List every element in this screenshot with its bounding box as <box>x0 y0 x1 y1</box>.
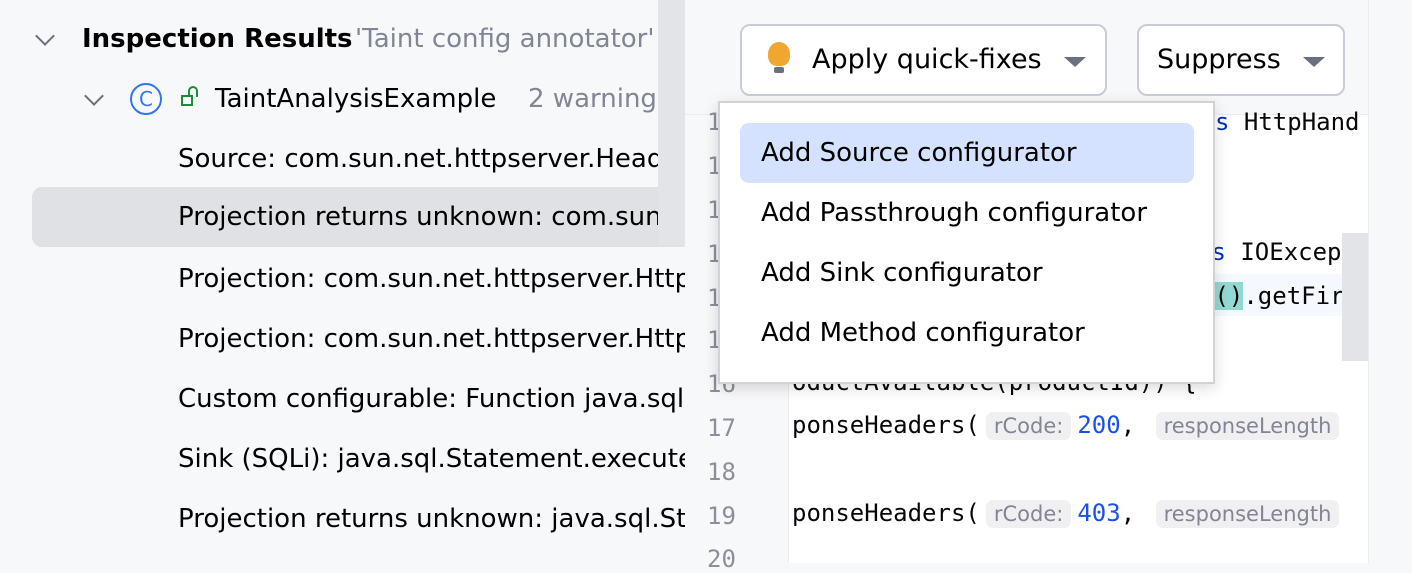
number-literal: 200 <box>1077 411 1121 439</box>
chevron-down-icon[interactable] <box>84 86 104 106</box>
parameter-hint: rCode: <box>985 500 1072 528</box>
code-text: ponseHeaders( <box>792 411 980 439</box>
menu-item-add-method-configurator[interactable]: Add Method configurator <box>740 303 1194 363</box>
lock-shackle <box>188 86 198 97</box>
tree-item[interactable]: Source: com.sun.net.httpserver.Headers <box>0 129 685 189</box>
scroll-marker <box>1342 233 1368 361</box>
menu-item-add-sink-configurator[interactable]: Add Sink configurator <box>740 243 1194 303</box>
code-line: ponseHeaders(rCode: 403, responseLength <box>792 499 1345 528</box>
item-label: Sink (SQLi): java.sql.Statement.execute <box>178 444 685 474</box>
inspection-tree: Inspection Results 'Taint config annotat… <box>0 0 685 563</box>
vertical-scrollbar[interactable] <box>1368 0 1412 563</box>
item-label: Projection returns unknown: java.sql.St <box>178 504 685 534</box>
tree-file-node[interactable]: C TaintAnalysisExample 2 warnings 8 <box>0 69 685 129</box>
item-label: Projection: com.sun.net.httpserver.HttpE <box>178 324 685 354</box>
code-text: , <box>1120 411 1136 439</box>
brace-match: () <box>1214 282 1244 310</box>
code-text: IOExcep <box>1225 238 1342 266</box>
item-label: Source: com.sun.net.httpserver.Headers <box>178 144 685 174</box>
file-name: TaintAnalysisExample <box>215 84 497 114</box>
lightbulb-icon <box>768 42 790 66</box>
item-label: Custom configurable: Function java.sql. <box>178 384 685 414</box>
suppress-button[interactable]: Suppress <box>1137 24 1345 96</box>
parameter-hint: responseLength <box>1155 412 1340 440</box>
tree-item[interactable]: Projection returns unknown: java.sql.St <box>0 489 685 549</box>
splitter[interactable] <box>658 0 685 245</box>
class-icon: C <box>130 83 162 115</box>
line-number: 18 <box>707 458 736 486</box>
quick-fix-menu: Add Source configurator Add Passthrough … <box>718 101 1215 384</box>
root-subtitle: 'Taint config annotator' <box>355 24 655 54</box>
number-literal: 403 <box>1077 499 1121 527</box>
code-line: ponseHeaders(rCode: 200, responseLength <box>792 411 1345 440</box>
apply-quick-fixes-button[interactable]: Apply quick-fixes <box>740 24 1107 96</box>
menu-item-add-passthrough-configurator[interactable]: Add Passthrough configurator <box>740 183 1194 243</box>
tree-item-selected[interactable]: Projection returns unknown: com.sun. <box>32 187 685 247</box>
tree-item[interactable]: Custom configurable: Function java.sql. <box>0 369 685 429</box>
suppress-label: Suppress <box>1157 44 1281 75</box>
apply-label: Apply quick-fixes <box>812 44 1042 75</box>
preview-toolbar: Apply quick-fixes Suppress <box>685 0 1412 115</box>
parameter-hint: responseLength <box>1155 500 1340 528</box>
parameter-hint: rCode: <box>985 412 1072 440</box>
tree-item[interactable]: Projection: com.sun.net.httpserver.HttpE <box>0 249 685 309</box>
lightbulb-base <box>774 67 784 73</box>
tree-item[interactable]: Projection: com.sun.net.httpserver.HttpE <box>0 309 685 369</box>
line-number: 20 <box>707 545 736 573</box>
chevron-down-icon <box>1303 57 1325 67</box>
code-text: ponseHeaders( <box>792 499 980 527</box>
keyword: s <box>1215 108 1230 136</box>
item-label: Projection: com.sun.net.httpserver.HttpE <box>178 264 685 294</box>
menu-item-add-source-configurator[interactable]: Add Source configurator <box>740 123 1194 183</box>
code-text: , <box>1120 499 1136 527</box>
root-title: Inspection Results <box>82 24 353 54</box>
chevron-down-icon[interactable] <box>35 26 55 46</box>
tree-root[interactable]: Inspection Results 'Taint config annotat… <box>0 9 685 69</box>
code-line: s HttpHand <box>1215 108 1360 136</box>
tree-item[interactable]: Sink (SQLi): java.sql.Statement.execute <box>0 429 685 489</box>
line-number: 17 <box>707 414 736 442</box>
line-number: 19 <box>707 502 736 530</box>
code-line: s().getFir <box>1200 282 1345 310</box>
chevron-down-icon <box>1064 57 1086 67</box>
item-label: Projection returns unknown: com.sun. <box>178 202 670 232</box>
code-text: HttpHand <box>1229 108 1360 136</box>
code-text: .getFir <box>1243 282 1345 310</box>
code-line: ws IOExcep <box>1197 238 1342 266</box>
